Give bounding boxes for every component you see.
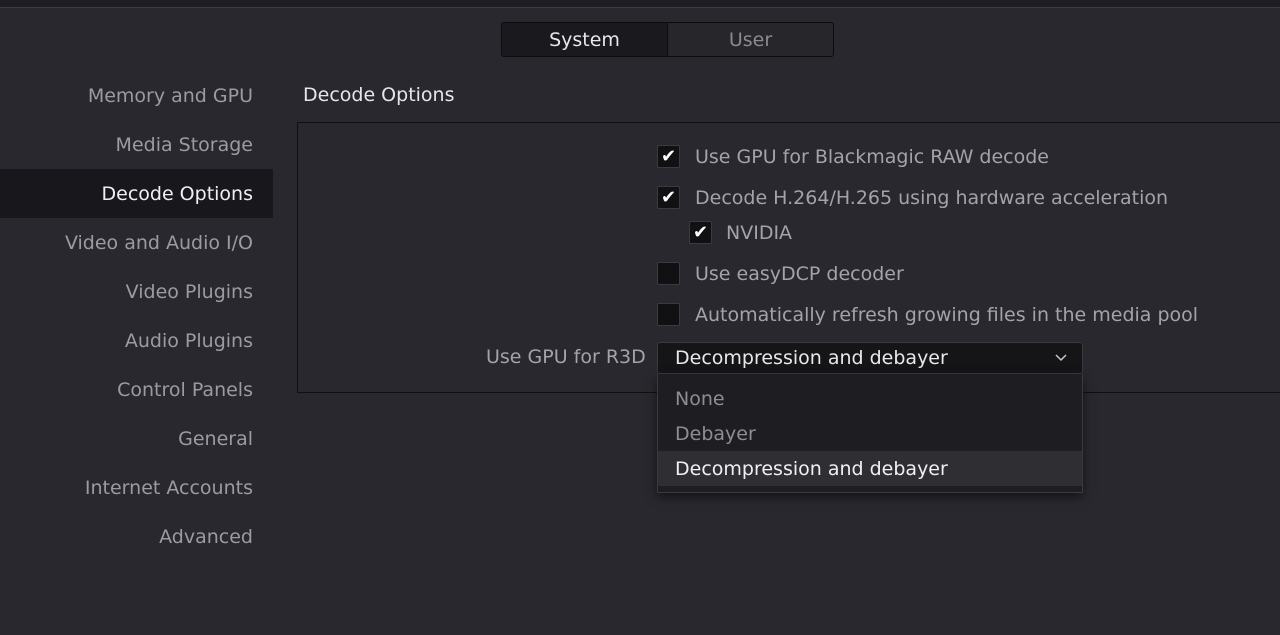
sidebar-item-decode-options[interactable]: Decode Options xyxy=(0,169,273,218)
tab-user[interactable]: User xyxy=(668,23,833,56)
option-label: Automatically refresh growing files in t… xyxy=(695,303,1199,326)
option-hw-accel-h264-h265[interactable]: ✔ Decode H.264/H.265 using hardware acce… xyxy=(657,186,1168,209)
r3d-gpu-select[interactable]: Decompression and debayer xyxy=(657,342,1083,374)
checkbox[interactable]: ✔ xyxy=(657,186,680,209)
chevron-down-icon xyxy=(1054,350,1068,368)
section-title: Decode Options xyxy=(303,84,455,106)
option-refresh-growing-files[interactable]: Automatically refresh growing files in t… xyxy=(657,303,1198,326)
option-label: Decode H.264/H.265 using hardware accele… xyxy=(695,186,1169,209)
window-top-border xyxy=(0,0,1280,8)
dropdown-option-decompression-and-debayer[interactable]: Decompression and debayer xyxy=(658,451,1082,486)
r3d-gpu-dropdown-menu: None Debayer Decompression and debayer xyxy=(657,374,1083,493)
checkbox[interactable] xyxy=(657,262,680,285)
sidebar-item-memory-and-gpu[interactable]: Memory and GPU xyxy=(0,71,273,120)
sidebar-item-media-storage[interactable]: Media Storage xyxy=(0,120,273,169)
option-nvidia[interactable]: ✔ NVIDIA xyxy=(689,221,792,244)
option-label: Use GPU for Blackmagic RAW decode xyxy=(695,145,1049,168)
settings-scope-tabs: System User xyxy=(501,22,834,57)
sidebar-item-audio-plugins[interactable]: Audio Plugins xyxy=(0,316,273,365)
option-label: NVIDIA xyxy=(726,221,793,244)
checkbox[interactable]: ✔ xyxy=(689,221,712,244)
option-easydcp-decoder[interactable]: Use easyDCP decoder xyxy=(657,262,904,285)
sidebar-item-video-plugins[interactable]: Video Plugins xyxy=(0,267,273,316)
dropdown-option-debayer[interactable]: Debayer xyxy=(658,416,1082,451)
option-gpu-braw-decode[interactable]: ✔ Use GPU for Blackmagic RAW decode xyxy=(657,145,1049,168)
option-label: Use easyDCP decoder xyxy=(695,262,904,285)
checkmark-icon: ✔ xyxy=(692,221,709,243)
checkmark-icon: ✔ xyxy=(660,186,677,208)
sidebar-item-internet-accounts[interactable]: Internet Accounts xyxy=(0,463,273,512)
sidebar-item-general[interactable]: General xyxy=(0,414,273,463)
tab-system[interactable]: System xyxy=(502,23,668,56)
r3d-gpu-label: Use GPU for R3D xyxy=(486,346,646,368)
sidebar-item-control-panels[interactable]: Control Panels xyxy=(0,365,273,414)
checkbox[interactable] xyxy=(657,303,680,326)
sidebar-item-video-and-audio-io[interactable]: Video and Audio I/O xyxy=(0,218,273,267)
sidebar-item-advanced[interactable]: Advanced xyxy=(0,512,273,561)
checkmark-icon: ✔ xyxy=(660,145,677,167)
dropdown-option-none[interactable]: None xyxy=(658,381,1082,416)
checkbox[interactable]: ✔ xyxy=(657,145,680,168)
settings-sidebar: Memory and GPU Media Storage Decode Opti… xyxy=(0,71,273,561)
select-value: Decompression and debayer xyxy=(675,347,948,369)
